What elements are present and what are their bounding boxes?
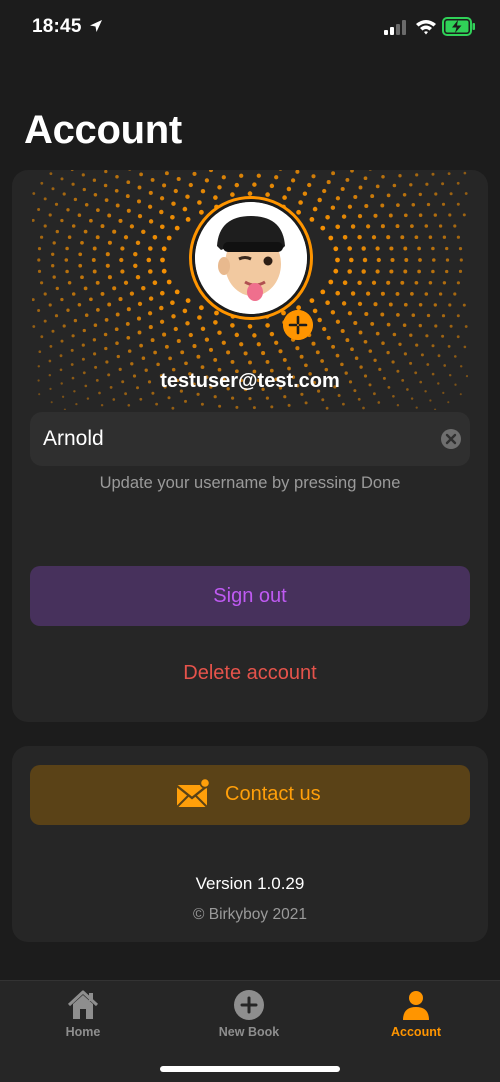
status-bar: 18:45 — [0, 0, 500, 56]
tab-home-label: Home — [65, 1025, 101, 1039]
envelope-badge-icon — [176, 777, 211, 808]
username-hint: Update your username by pressing Done — [99, 474, 401, 492]
clear-text-icon[interactable] — [440, 428, 462, 450]
tab-account-label: Account — [391, 1025, 441, 1039]
username-field[interactable]: Arnold — [30, 412, 470, 466]
house-icon — [67, 990, 99, 1019]
username-value[interactable]: Arnold — [43, 427, 104, 451]
status-time: 18:45 — [32, 16, 82, 37]
contact-us-button[interactable]: Contact us — [30, 765, 470, 825]
memoji-avatar-image — [195, 202, 307, 314]
location-arrow-icon — [90, 20, 102, 32]
tab-home[interactable]: Home — [23, 989, 143, 1045]
wifi-icon — [416, 20, 436, 35]
person-icon — [403, 991, 429, 1020]
tab-new-book-label: New Book — [218, 1025, 280, 1039]
delete-account-button[interactable]: Delete account — [30, 656, 470, 690]
edit-photo-icon[interactable] — [283, 310, 313, 340]
copyright-text: © Birkyboy 2021 — [193, 906, 307, 923]
user-email: testuser@test.com — [160, 370, 340, 392]
cellular-signal-icon — [384, 20, 406, 35]
plus-circle-icon — [234, 990, 264, 1020]
page-title: Account — [24, 108, 182, 152]
account-card: testuser@test.com Arnold Update your use… — [12, 170, 488, 722]
app-version: Version 1.0.29 — [195, 874, 305, 893]
home-indicator — [160, 1066, 340, 1072]
contact-us-label: Contact us — [225, 783, 321, 805]
sign-out-button[interactable]: Sign out — [30, 566, 470, 626]
tab-new-book[interactable]: New Book — [189, 989, 309, 1045]
tab-account[interactable]: Account — [356, 989, 476, 1045]
battery-charging-icon — [442, 17, 475, 36]
avatar[interactable] — [189, 196, 313, 340]
contact-card: Contact us Version 1.0.29 © Birkyboy 202… — [12, 746, 488, 942]
